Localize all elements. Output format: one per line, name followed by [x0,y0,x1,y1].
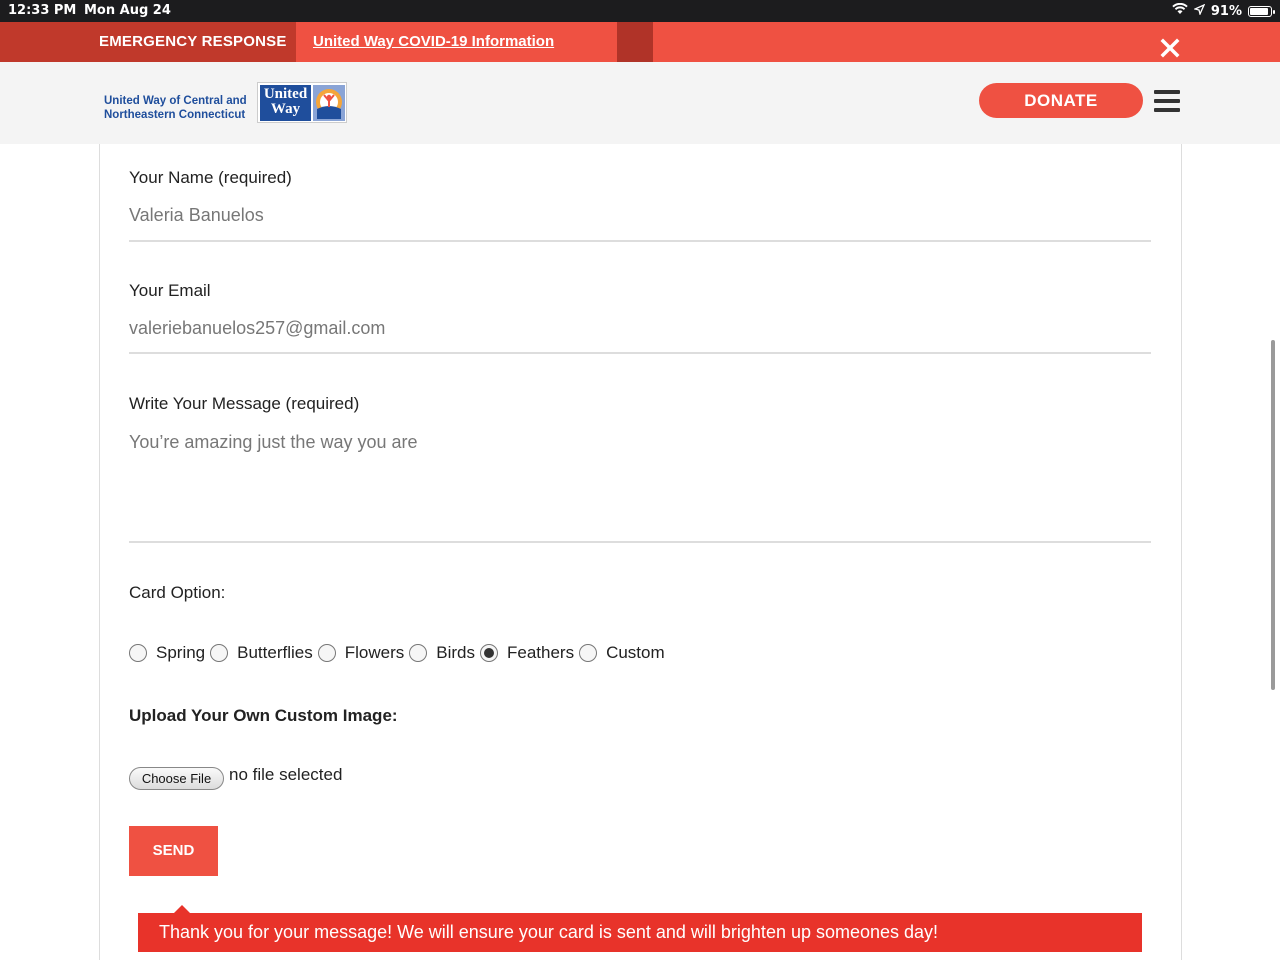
radio-label-spring[interactable]: Spring [156,643,205,663]
logo-word-1: United [263,86,308,102]
battery-icon [1248,5,1275,17]
logo-hand-icon [313,85,345,121]
name-input[interactable]: Valeria Banuelos [129,205,264,226]
status-date: Mon Aug 24 [84,3,171,18]
radio-label-feathers[interactable]: Feathers [507,643,574,663]
upload-label: Upload Your Own Custom Image: [129,706,398,725]
status-right-group: 91% [1172,2,1275,19]
radio-butterflies[interactable] [210,644,229,662]
emergency-banner: EMERGENCY RESPONSE United Way COVID-19 I… [0,22,1280,62]
success-message-pointer [174,905,190,913]
email-input[interactable]: valeriebanuelos257@gmail.com [129,318,385,339]
name-label: Your Name (required) [129,168,292,187]
card-option-radio-group: Spring Butterflies Flowers Birds Feathers Cus… [129,643,670,663]
donate-button[interactable]: DONATE [979,83,1143,118]
united-way-logo[interactable]: United Way [257,82,347,123]
radio-label-flowers[interactable]: Flowers [345,643,405,663]
message-textarea-underline [129,541,1151,543]
org-name-line1: United Way of Central and [104,95,247,107]
site-header: United Way of Central and Northeastern C… [0,62,1280,144]
message-label: Write Your Message (required) [129,394,360,413]
emergency-label: EMERGENCY RESPONSE [99,33,287,50]
org-name-line2: Northeastern Connecticut [104,109,246,121]
status-time: 12:33 PM [8,3,77,18]
close-icon[interactable] [1158,36,1182,60]
radio-label-custom[interactable]: Custom [606,643,665,663]
email-input-underline [129,352,1151,354]
send-button[interactable]: SEND [129,826,218,876]
org-name[interactable]: United Way of Central and Northeastern C… [104,94,247,122]
radio-birds[interactable] [409,644,428,662]
file-status-text: no file selected [229,765,343,784]
card-option-label: Card Option: [129,583,226,602]
radio-label-butterflies[interactable]: Butterflies [237,643,313,663]
radio-label-birds[interactable]: Birds [436,643,475,663]
hamburger-menu-icon[interactable] [1154,90,1180,112]
logo-word-2: Way [270,101,301,117]
covid-info-link[interactable]: United Way COVID-19 Information [313,33,554,50]
scroll-indicator[interactable] [1271,340,1275,690]
content-frame [99,144,1182,960]
radio-flowers[interactable] [317,644,336,662]
radio-custom[interactable] [579,644,598,662]
location-arrow-icon [1192,3,1206,19]
battery-percent: 91% [1210,3,1242,19]
email-label: Your Email [129,281,211,300]
message-textarea[interactable]: You’re amazing just the way you are [129,432,1151,532]
success-message: Thank you for your message! We will ensu… [138,913,1142,952]
emergency-divider-block [617,22,653,62]
logo-wordmark: United Way [260,85,311,121]
radio-spring[interactable] [129,644,147,662]
wifi-icon [1172,2,1188,19]
name-input-underline [129,240,1151,242]
status-bar: 12:33 PM Mon Aug 24 91% [0,0,1280,22]
choose-file-button[interactable]: Choose File [129,767,224,790]
radio-feathers[interactable] [479,644,498,662]
